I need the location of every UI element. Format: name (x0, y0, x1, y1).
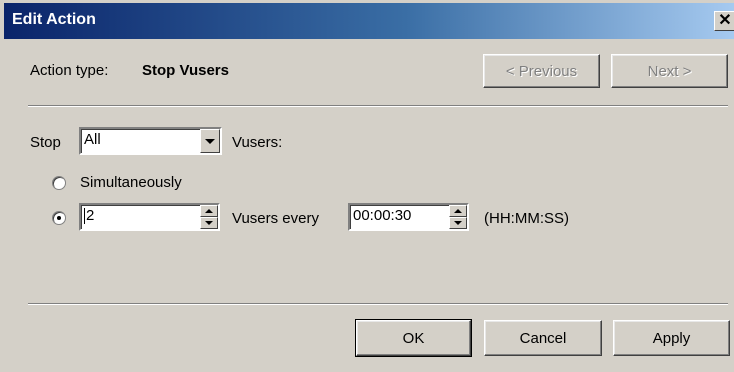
chevron-down-icon (205, 138, 215, 144)
vuser-scope-value: All (84, 131, 101, 148)
action-type-label: Action type: (30, 62, 109, 79)
vuser-scope-dropdown[interactable]: All (79, 127, 222, 155)
stop-label: Stop (30, 134, 61, 151)
gradual-radio[interactable] (52, 211, 66, 225)
edit-action-dialog: Edit Action ✕ Action type: Stop Vusers <… (0, 0, 734, 372)
next-button[interactable]: Next > (611, 54, 728, 88)
interval-spinner[interactable] (449, 205, 467, 229)
title-bar[interactable]: Edit Action ✕ (4, 3, 734, 39)
window-title: Edit Action (12, 11, 96, 28)
vusers-every-label: Vusers every (232, 210, 319, 227)
simultaneously-radio[interactable] (52, 176, 66, 190)
simultaneously-label: Simultaneously (80, 174, 182, 191)
vusers-label: Vusers: (232, 134, 283, 151)
previous-button[interactable]: < Previous (483, 54, 600, 88)
vuser-count-value: 2 (86, 207, 95, 224)
apply-button[interactable]: Apply (613, 320, 730, 356)
arrow-up-icon (205, 209, 213, 213)
text-caret (84, 208, 85, 225)
vuser-count-spinner[interactable] (200, 205, 218, 229)
ok-button[interactable]: OK (355, 319, 472, 357)
close-button[interactable]: ✕ (714, 11, 734, 31)
arrow-down-icon (454, 221, 462, 225)
arrow-up-icon (454, 209, 462, 213)
spin-down-button[interactable] (449, 217, 467, 229)
cancel-button[interactable]: Cancel (484, 320, 602, 356)
radio-selected-dot (57, 216, 61, 220)
interval-value: 00:00:30 (353, 207, 412, 224)
interval-field[interactable]: 00:00:30 (348, 203, 469, 231)
footer-separator (28, 303, 728, 305)
action-type-value: Stop Vusers (142, 62, 229, 79)
header-separator (28, 105, 728, 107)
dropdown-toggle[interactable] (200, 129, 220, 153)
interval-format-hint: (HH:MM:SS) (484, 210, 569, 227)
spin-down-button[interactable] (200, 217, 218, 229)
arrow-down-icon (205, 221, 213, 225)
vuser-count-field[interactable]: 2 (79, 203, 220, 231)
spin-up-button[interactable] (200, 205, 218, 217)
spin-up-button[interactable] (449, 205, 467, 217)
close-icon: ✕ (718, 12, 732, 29)
